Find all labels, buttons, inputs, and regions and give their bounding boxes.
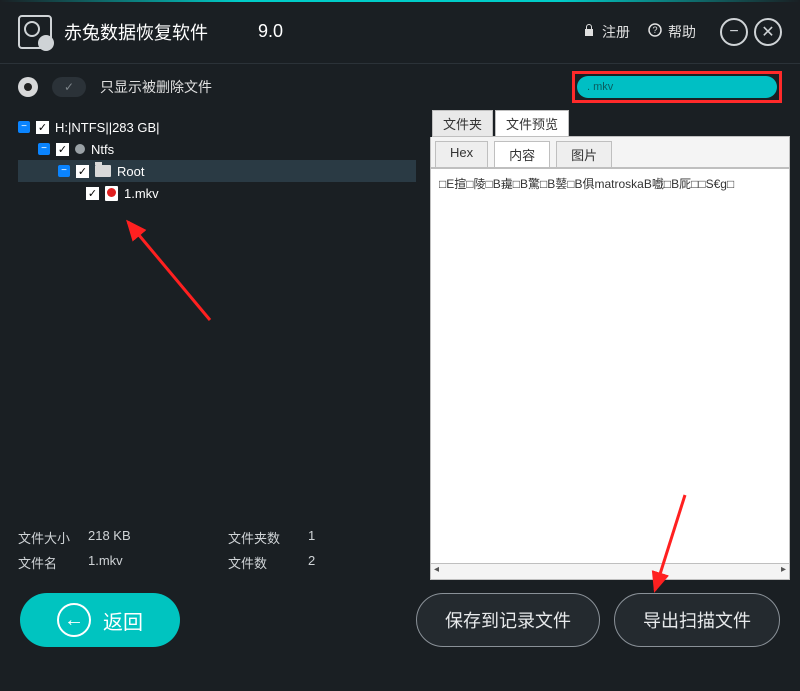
filesize-label: 文件大小 — [18, 528, 88, 547]
checkbox[interactable]: ✓ — [56, 143, 69, 156]
export-button[interactable]: 导出扫描文件 — [614, 593, 780, 647]
tab-folder[interactable]: 文件夹 — [432, 110, 493, 136]
filecount-label: 文件数 — [228, 553, 308, 572]
filesize-value: 218 KB — [88, 528, 228, 547]
back-button[interactable]: ← 返回 — [20, 593, 180, 647]
preview-content: □E揎□陵□B䶶□B驚□B䵽□B俱matroskaB嚱□B厑□□S€g□ — [431, 168, 789, 563]
collapse-icon[interactable]: − — [58, 165, 70, 177]
filecount-value: 2 — [308, 553, 338, 572]
checkbox[interactable]: ✓ — [76, 165, 89, 178]
filter-label: 只显示被删除文件 — [100, 77, 212, 97]
register-button[interactable]: 注册 — [582, 22, 630, 42]
tree-label: 1.mkv — [124, 186, 159, 201]
arrow-left-icon: ← — [57, 603, 91, 637]
preview-tabbar: 文件夹 文件预览 — [432, 110, 790, 137]
preview-scrollbar[interactable]: ◂ ▸ — [431, 563, 789, 579]
tab-file-preview[interactable]: 文件预览 — [495, 110, 569, 136]
filter-radio[interactable] — [18, 77, 38, 97]
tree-node-root[interactable]: − ✓ Root — [18, 160, 416, 182]
collapse-icon[interactable]: − — [18, 121, 30, 133]
close-icon: ✕ — [761, 22, 774, 42]
subtab-content[interactable]: 内容 — [494, 141, 550, 167]
collapse-icon[interactable]: − — [38, 143, 50, 155]
search-value: . mkv — [587, 81, 613, 93]
close-button[interactable]: ✕ — [754, 18, 782, 46]
svg-text:?: ? — [652, 25, 657, 35]
app-title: 赤兔数据恢复软件 — [64, 19, 208, 45]
file-icon — [105, 186, 118, 201]
help-icon: ? — [648, 23, 662, 40]
scroll-left-icon[interactable]: ◂ — [434, 564, 439, 579]
save-log-label: 保存到记录文件 — [445, 607, 571, 633]
foldercount-value: 1 — [308, 528, 338, 547]
folder-icon — [95, 165, 111, 177]
export-label: 导出扫描文件 — [643, 607, 751, 633]
filter-toggle[interactable]: ✓ — [52, 77, 86, 97]
search-highlight-box: . mkv — [572, 71, 782, 103]
volume-icon — [75, 144, 85, 154]
subtab-hex[interactable]: Hex — [435, 141, 488, 167]
file-info-panel: 文件大小 218 KB 文件夹数 1 文件名 1.mkv 文件数 2 — [18, 528, 416, 580]
tree-node-drive[interactable]: − ✓ H:|NTFS||283 GB| — [18, 116, 416, 138]
filename-value: 1.mkv — [88, 553, 228, 572]
checkbox[interactable]: ✓ — [36, 121, 49, 134]
file-tree[interactable]: − ✓ H:|NTFS||283 GB| − ✓ Ntfs − ✓ Root ✓… — [18, 116, 416, 528]
preview-subtabbar: Hex 内容 图片 — [431, 137, 789, 168]
minimize-button[interactable]: − — [720, 18, 748, 46]
app-version: 9.0 — [258, 21, 283, 42]
filename-label: 文件名 — [18, 553, 88, 572]
register-label: 注册 — [602, 22, 630, 42]
tree-label: H:|NTFS||283 GB| — [55, 120, 160, 135]
tree-node-fs[interactable]: − ✓ Ntfs — [18, 138, 416, 160]
scroll-right-icon[interactable]: ▸ — [781, 564, 786, 579]
foldercount-label: 文件夹数 — [228, 528, 308, 547]
subtab-image[interactable]: 图片 — [556, 141, 612, 167]
tree-label: Root — [117, 164, 144, 179]
search-input[interactable]: . mkv — [577, 76, 777, 98]
app-logo-icon — [18, 15, 52, 49]
help-label: 帮助 — [668, 22, 696, 42]
help-button[interactable]: ? 帮助 — [648, 22, 696, 42]
lock-icon — [582, 23, 596, 40]
checkbox[interactable]: ✓ — [86, 187, 99, 200]
minimize-icon: − — [729, 23, 738, 41]
save-log-button[interactable]: 保存到记录文件 — [416, 593, 600, 647]
tree-node-file[interactable]: ✓ 1.mkv — [18, 182, 416, 204]
back-label: 返回 — [103, 606, 143, 635]
tree-label: Ntfs — [91, 142, 114, 157]
